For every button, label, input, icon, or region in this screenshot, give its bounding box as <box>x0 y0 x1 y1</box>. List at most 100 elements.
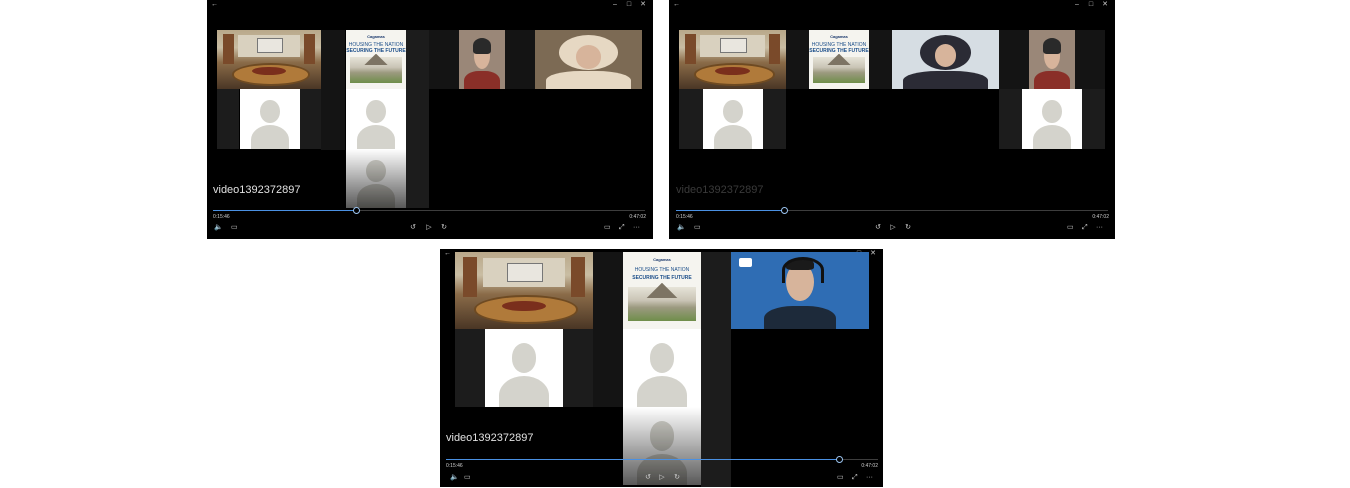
volume-icon[interactable]: 🔈 <box>214 224 223 232</box>
fullscreen-icon[interactable]: ⤢ <box>1082 224 1088 232</box>
meeting-room-video-tile <box>455 252 593 329</box>
logo-badge <box>739 258 752 268</box>
volume-icon[interactable]: 🔈 <box>677 224 686 232</box>
empty-tile <box>763 89 786 149</box>
poster-video-tile: Cagamas HOUSING THE NATION SECURING THE … <box>346 30 406 89</box>
video-player-2: ← – □ ✕ Cagamas HOUSING THE NATION SECUR… <box>669 0 1115 239</box>
seek-progress <box>676 210 784 211</box>
back-arrow-icon[interactable]: ← <box>211 0 218 9</box>
captions-icon[interactable]: ▭ <box>231 224 238 232</box>
more-icon[interactable]: ··· <box>1096 224 1103 232</box>
mini-view-icon[interactable]: ▭ <box>1067 224 1074 232</box>
poster-video-tile: Cagamas HOUSING THE NATION SECURING THE … <box>809 30 869 89</box>
empty-tile <box>563 329 593 407</box>
empty-tile <box>999 89 1022 149</box>
participant-video-tile <box>1029 30 1075 89</box>
empty-tile <box>300 89 321 149</box>
participant-avatar <box>240 89 300 149</box>
fullscreen-icon[interactable]: ⤢ <box>852 474 858 482</box>
participant-video-tile <box>459 30 505 89</box>
empty-tile <box>505 30 535 89</box>
meeting-room-video-tile <box>217 30 321 89</box>
current-time: 0:15:46 <box>676 214 693 220</box>
play-icon[interactable]: ▷ <box>887 224 899 232</box>
mini-view-icon[interactable]: ▭ <box>604 224 611 232</box>
seek-bar[interactable] <box>446 456 878 463</box>
maximize-icon[interactable]: □ <box>1085 0 1097 9</box>
participant-video-tile <box>892 30 999 89</box>
seek-thumb[interactable] <box>781 207 788 214</box>
empty-tile <box>217 89 239 149</box>
fullscreen-icon[interactable]: ⤢ <box>619 224 625 232</box>
seek-thumb[interactable] <box>836 456 844 463</box>
mini-view-icon[interactable]: ▭ <box>837 474 844 482</box>
video-title: video1392372897 <box>446 432 534 444</box>
back-arrow-icon[interactable]: ← <box>444 249 451 258</box>
empty-tile <box>406 30 429 208</box>
rewind-10-icon[interactable]: ↺ <box>872 224 884 232</box>
seek-bar[interactable] <box>213 207 645 214</box>
poster-line-2: SECURING THE FUTURE <box>346 47 406 54</box>
seek-progress <box>446 459 840 460</box>
participant-video-tile <box>731 252 869 329</box>
more-icon[interactable]: ··· <box>866 474 873 482</box>
forward-30-icon[interactable]: ↻ <box>438 224 450 232</box>
close-icon[interactable]: ✕ <box>637 0 649 9</box>
more-icon[interactable]: ··· <box>633 224 640 232</box>
minimize-icon[interactable]: – <box>1071 0 1083 9</box>
volume-icon[interactable]: 🔈 <box>450 474 459 482</box>
empty-tile <box>1082 89 1105 149</box>
participant-avatar <box>703 89 763 149</box>
poster-logo-text: Cagamas <box>653 256 671 262</box>
participant-avatar <box>346 89 406 149</box>
meeting-room-video-tile <box>679 30 786 89</box>
poster-video-tile: Cagamas HOUSING THE NATION SECURING THE … <box>623 252 701 329</box>
empty-tile <box>593 252 623 407</box>
video-player-3: ← – □ ✕ Cagamas HOUSING THE NATION SECUR… <box>440 249 883 487</box>
participant-avatar <box>623 329 701 407</box>
forward-30-icon[interactable]: ↻ <box>671 474 683 482</box>
seek-progress <box>213 210 356 211</box>
play-icon[interactable]: ▷ <box>656 474 668 482</box>
forward-30-icon[interactable]: ↻ <box>902 224 914 232</box>
empty-tile <box>786 30 809 89</box>
title-bar: ← – □ ✕ <box>669 0 1115 9</box>
poster-logo-text: Cagamas <box>367 33 385 39</box>
captions-icon[interactable]: ▭ <box>464 474 471 482</box>
participant-video-tile <box>535 30 642 89</box>
back-arrow-icon[interactable]: ← <box>673 0 680 9</box>
maximize-icon[interactable]: □ <box>623 0 635 9</box>
video-title: video1392372897 <box>676 184 764 196</box>
current-time: 0:15:46 <box>213 214 230 220</box>
participant-avatar <box>485 329 563 407</box>
title-bar: ← – □ ✕ <box>207 0 653 9</box>
rewind-10-icon[interactable]: ↺ <box>407 224 419 232</box>
empty-tile <box>1075 30 1105 89</box>
empty-tile <box>869 30 892 89</box>
participant-avatar <box>346 149 406 208</box>
empty-tile <box>701 252 731 487</box>
seek-thumb[interactable] <box>352 207 360 214</box>
duration: 0:47:02 <box>1092 214 1109 220</box>
rewind-10-icon[interactable]: ↺ <box>642 474 654 482</box>
empty-tile <box>321 30 345 150</box>
video-player-1: ← – □ ✕ Cagamas HOUSING THE NATION SECUR… <box>207 0 653 239</box>
duration: 0:47:02 <box>861 463 878 469</box>
seek-bar[interactable] <box>676 207 1108 214</box>
poster-line-2: SECURING THE FUTURE <box>809 47 869 54</box>
poster-line-1: HOUSING THE NATION <box>634 267 690 274</box>
empty-tile <box>455 329 485 407</box>
close-icon[interactable]: ✕ <box>1099 0 1111 9</box>
minimize-icon[interactable]: – <box>609 0 621 9</box>
captions-icon[interactable]: ▭ <box>694 224 701 232</box>
empty-tile <box>429 30 459 89</box>
poster-logo-text: Cagamas <box>830 33 848 39</box>
duration: 0:47:02 <box>629 214 646 220</box>
play-icon[interactable]: ▷ <box>423 224 435 232</box>
current-time: 0:15:46 <box>446 463 463 469</box>
empty-tile <box>999 30 1029 89</box>
empty-tile <box>679 89 703 149</box>
poster-line-2: SECURING THE FUTURE <box>632 275 692 282</box>
video-title: video1392372897 <box>213 184 301 196</box>
participant-avatar <box>1022 89 1082 149</box>
